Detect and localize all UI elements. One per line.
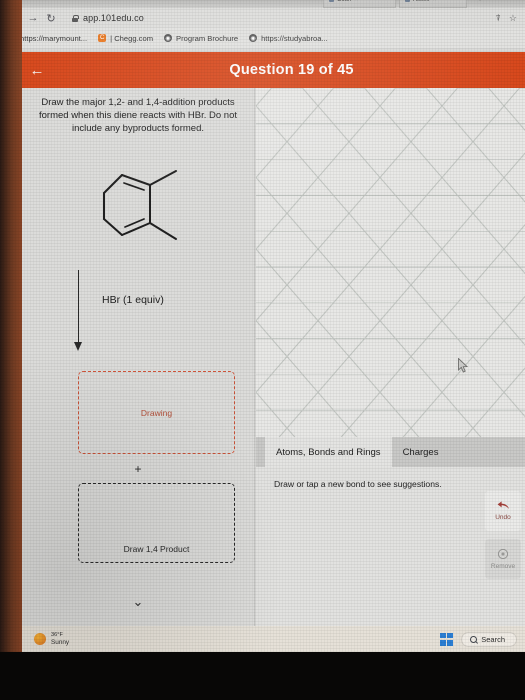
- browser-tab[interactable]: Coun ×: [323, 0, 396, 8]
- editor-tab-bar: Atoms, Bonds and Rings Charges: [256, 437, 525, 467]
- windows-logo-icon[interactable]: [440, 632, 454, 646]
- plus-separator: +: [134, 462, 142, 476]
- new-tab-label: +: [478, 0, 482, 3]
- tab-favicon: [405, 0, 410, 2]
- weather-widget[interactable]: 36°F Sunny: [34, 632, 70, 646]
- answer-box-label: Drawing: [140, 407, 173, 418]
- search-icon: [470, 635, 478, 643]
- tab-label: Asses: [413, 0, 429, 3]
- taskbar-right-group: Search: [440, 631, 517, 647]
- question-panel: Draw the major 1,2- and 1,4-addition pro…: [22, 88, 255, 626]
- screen-bezel-left: [0, 0, 22, 652]
- mouse-pointer-icon: [458, 357, 469, 373]
- editor-hint-row: Draw or tap a new bond to see suggestion…: [256, 467, 525, 626]
- answer-box-label: Draw 1,4 Product: [123, 544, 190, 554]
- browser-tab[interactable]: Asses ×: [399, 0, 467, 8]
- tab-bar-spacer: [256, 437, 265, 467]
- share-icon[interactable]: ⍒: [496, 13, 501, 24]
- address-bar[interactable]: app.101edu.co: [62, 11, 496, 25]
- remove-button[interactable]: Remove: [485, 539, 521, 579]
- search-label: Search: [481, 634, 505, 644]
- tab-label: Atoms, Bonds and Rings: [276, 446, 381, 458]
- app-body: Draw the major 1,2- and 1,4-addition pro…: [22, 88, 525, 626]
- windows-taskbar: 36°F Sunny Search: [22, 626, 525, 652]
- new-tab-button[interactable]: +: [470, 0, 490, 8]
- remove-label: Remove: [490, 563, 516, 570]
- tab-label: Coun: [337, 0, 351, 3]
- app-header: ← Question 19 of 45: [22, 52, 525, 88]
- tab-label: Charges: [402, 446, 439, 458]
- dimethylcyclohexadiene-structure: [82, 163, 192, 263]
- laptop-screen: Coun × Asses × + ← → ↻ app.101edu.co ⍒: [0, 0, 525, 652]
- globe-favicon: ◉: [164, 34, 173, 42]
- reaction-arrow-down-icon: [72, 270, 102, 360]
- photo-dark-surround: [0, 652, 525, 700]
- star-icon[interactable]: ☆: [509, 13, 517, 24]
- tab-atoms-bonds-rings[interactable]: Atoms, Bonds and Rings: [265, 437, 392, 467]
- globe-favicon: ◉: [249, 34, 258, 42]
- undo-arrow-icon: [497, 501, 509, 509]
- hexagonal-grid-canvas[interactable]: [256, 88, 525, 437]
- bookmark-label: https://marymount...: [20, 33, 88, 43]
- bookmark-item[interactable]: ◉ Program Brochure: [164, 34, 238, 43]
- bookmark-label: https://studyabroa...: [261, 33, 328, 43]
- question-prompt: Draw the major 1,2- and 1,4-addition pro…: [38, 97, 237, 135]
- close-icon[interactable]: ×: [432, 0, 436, 3]
- sun-icon: [34, 633, 46, 645]
- reload-icon[interactable]: ↻: [42, 10, 60, 26]
- chegg-favicon: C: [98, 34, 107, 42]
- undo-button[interactable]: Undo: [485, 491, 521, 531]
- chevron-down-icon[interactable]: ⌄: [22, 595, 254, 608]
- lock-icon: [72, 14, 79, 22]
- bookmark-item[interactable]: ◉ https://studyabroa...: [249, 34, 328, 43]
- editor-hint-text: Draw or tap a new bond to see suggestion…: [274, 479, 442, 489]
- browser-tab-strip: Coun × Asses × +: [0, 0, 525, 8]
- search-button[interactable]: Search: [461, 631, 517, 647]
- close-icon[interactable]: ×: [354, 0, 358, 3]
- toolbar-right-actions: ⍒ ☆: [496, 13, 519, 24]
- url-text: app.101edu.co: [83, 13, 144, 23]
- bookmarks-bar: https://marymount... C | Chegg.com ◉ Pro…: [0, 28, 525, 48]
- tab-charges[interactable]: Charges: [391, 437, 450, 467]
- browser-toolbar: ← → ↻ app.101edu.co ⍒ ☆: [0, 8, 525, 28]
- page-title: Question 19 of 45: [229, 62, 354, 78]
- answer-box-1-2-product[interactable]: Drawing: [78, 371, 235, 454]
- reagent-label: HBr (1 equiv): [102, 294, 164, 306]
- bookmark-label: Program Brochure: [176, 33, 239, 43]
- answer-box-1-4-product[interactable]: Draw 1,4 Product: [78, 483, 235, 563]
- forward-arrow-icon[interactable]: →: [24, 10, 42, 26]
- weather-condition: Sunny: [51, 638, 70, 646]
- tab-favicon: [329, 0, 334, 2]
- bookmark-item[interactable]: C | Chegg.com: [98, 34, 153, 43]
- remove-circle-icon: [497, 548, 509, 560]
- photographed-screen: Coun × Asses × + ← → ↻ app.101edu.co ⍒: [0, 0, 525, 700]
- undo-label: Undo: [495, 514, 511, 521]
- bookmark-label: | Chegg.com: [110, 33, 154, 43]
- molecule-editor-panel: Atoms, Bonds and Rings Charges Draw or t…: [256, 88, 525, 626]
